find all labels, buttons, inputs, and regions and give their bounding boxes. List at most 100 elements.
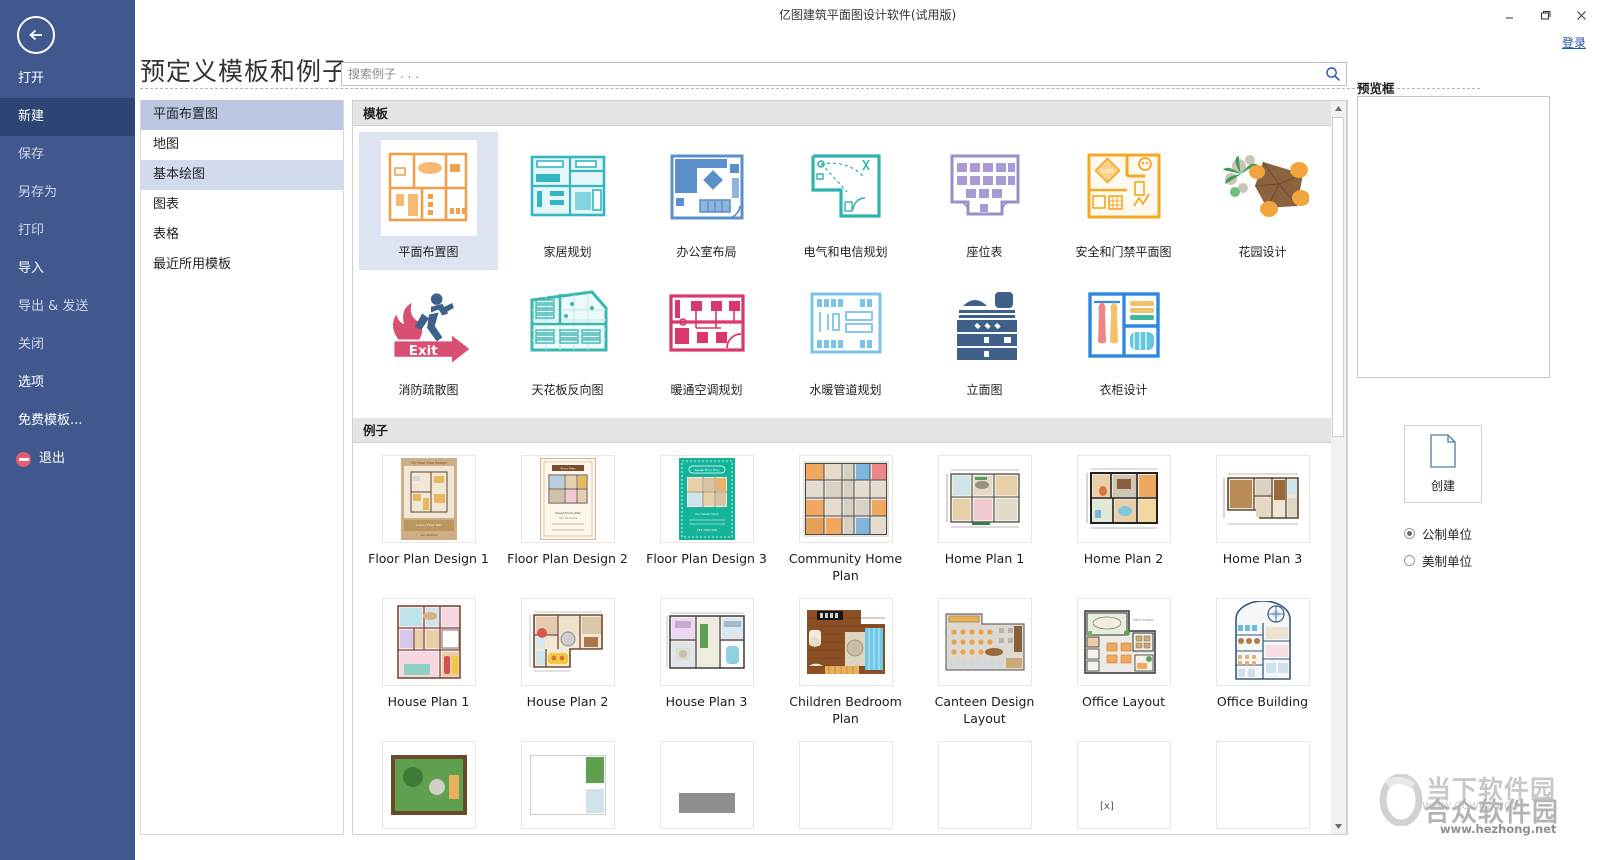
example-card[interactable]: Home Plan 3: [1193, 449, 1332, 592]
template-card[interactable]: 立面图: [915, 270, 1054, 408]
plan-empty-partial-thumb: [799, 741, 893, 829]
example-card[interactable]: Canteen Design Layout: [915, 592, 1054, 735]
search-input[interactable]: [348, 63, 1308, 85]
scroll-up-icon[interactable]: [1331, 101, 1345, 116]
sidebar-item-export-send[interactable]: 导出 & 发送: [0, 288, 135, 326]
sidebar-item-open[interactable]: 打开: [0, 60, 135, 98]
floorplan-orange-icon: [381, 140, 477, 236]
example-label: Children Bedroom Plan: [780, 693, 912, 727]
example-label: Community Home Plan: [780, 550, 912, 584]
left-sidebar: 打开 新建 保存 另存为 打印 导入 导出 & 发送 关闭 选项 免费模板...…: [0, 0, 135, 860]
plan-empty2-partial-thumb: [938, 741, 1032, 829]
sidebar-item-import[interactable]: 导入: [0, 250, 135, 288]
category-item-recent[interactable]: 最近所用模板: [141, 250, 343, 280]
unit-radio-metric[interactable]: 公制单位: [1404, 524, 1472, 543]
sidebar-item-close[interactable]: 关闭: [0, 326, 135, 364]
svg-text:TEL: 000-000: TEL: 000-000: [696, 528, 717, 532]
sidebar-item-options[interactable]: 选项: [0, 364, 135, 402]
template-card[interactable]: 电气和电信规划: [776, 132, 915, 270]
sidebar-item-save[interactable]: 保存: [0, 136, 135, 174]
example-card[interactable]: Home Plan 1: [915, 449, 1054, 592]
poster-teal-thumb: Sweet Floor Plan Our Sweet Home: [660, 455, 754, 543]
template-card[interactable]: 办公室布局: [637, 132, 776, 270]
sidebar-item-free-templates[interactable]: 免费模板...: [0, 402, 135, 440]
sidebar-item-exit[interactable]: 退出: [0, 440, 135, 478]
example-card[interactable]: My Floor Plan Design Luxury Floor Plan: [359, 449, 498, 592]
plan-home3-thumb: [1216, 455, 1310, 543]
example-card[interactable]: House Plan 1: [359, 592, 498, 735]
example-card[interactable]: Community Home Plan: [776, 449, 915, 592]
example-card[interactable]: [776, 735, 915, 835]
template-card[interactable]: 暖通空调规划: [637, 270, 776, 408]
radio-metric-icon: [1404, 528, 1415, 539]
plan-blank-partial-thumb: [521, 741, 615, 829]
plan-officelayout-thumb: Office Layout: [1077, 598, 1171, 686]
template-card[interactable]: 平面布置图: [359, 132, 498, 270]
example-card[interactable]: Office Layout Office Layout: [1054, 592, 1193, 735]
example-card[interactable]: [x]: [1054, 735, 1193, 835]
example-card[interactable]: Office Building: [1193, 592, 1332, 735]
category-item-chart[interactable]: 图表: [141, 190, 343, 220]
svg-text:Office Layout: Office Layout: [1132, 618, 1154, 622]
minimize-button[interactable]: [1498, 4, 1520, 26]
preview-box: [1357, 96, 1550, 378]
category-item-floorplan[interactable]: 平面布置图: [141, 100, 343, 130]
template-card[interactable]: 座位表: [915, 132, 1054, 270]
category-item-map[interactable]: 地图: [141, 130, 343, 160]
template-card[interactable]: 家居规划: [498, 132, 637, 270]
plan-garden-partial-thumb: [382, 741, 476, 829]
svg-text:Sweet Floor Plan: Sweet Floor Plan: [694, 468, 719, 472]
restore-button[interactable]: [1534, 4, 1556, 26]
template-card[interactable]: 花园设计: [1193, 132, 1332, 270]
svg-text:Exit: Exit: [408, 344, 437, 359]
content-scrollbar[interactable]: [1331, 100, 1347, 835]
sidebar-item-print[interactable]: 打印: [0, 212, 135, 250]
template-card[interactable]: 水暖管道规划: [776, 270, 915, 408]
category-item-basic-draw[interactable]: 基本绘图: [141, 160, 343, 190]
example-card[interactable]: [359, 735, 498, 835]
close-button[interactable]: [1570, 4, 1592, 26]
example-label: House Plan 3: [641, 693, 773, 710]
scrollbar-thumb[interactable]: [1332, 117, 1344, 437]
example-card[interactable]: Sweet Floor Plan Our Sweet Home: [637, 449, 776, 592]
svg-text:[x]: [x]: [1100, 801, 1114, 812]
back-arrow-icon[interactable]: [17, 16, 55, 54]
title-divider: [140, 88, 1480, 89]
plan-home1-thumb: [938, 455, 1032, 543]
category-item-table[interactable]: 表格: [141, 220, 343, 250]
svg-text:wondershare: wondershare: [420, 533, 437, 537]
electric-teal-icon: [798, 140, 894, 236]
example-card[interactable]: Children Bedroom Plan: [776, 592, 915, 735]
template-label: 立面图: [920, 382, 1050, 398]
garden-brown-icon: [1215, 140, 1311, 236]
sidebar-item-new[interactable]: 新建: [0, 98, 135, 136]
create-button[interactable]: 创建: [1404, 425, 1482, 503]
unit-radio-imperial[interactable]: 美制单位: [1404, 551, 1472, 570]
content-pane: 模板: [352, 100, 1348, 835]
template-card[interactable]: GAS 安全和门禁平面图: [1054, 132, 1193, 270]
seating-purple-icon: [937, 140, 1033, 236]
plan-home2-thumb: [1077, 455, 1171, 543]
example-card[interactable]: House Plan 3: [637, 592, 776, 735]
example-card[interactable]: [1193, 735, 1332, 835]
example-card[interactable]: [637, 735, 776, 835]
example-label: Floor Plan Design 3: [641, 550, 773, 567]
example-card[interactable]: Floor Plan Sweet Home Pl: [498, 449, 637, 592]
template-card[interactable]: 衣柜设计: [1054, 270, 1193, 408]
example-label: Office Layout: [1058, 693, 1190, 710]
search-box[interactable]: [341, 62, 1347, 86]
example-card[interactable]: House Plan 2: [498, 592, 637, 735]
example-card[interactable]: Home Plan 2: [1054, 449, 1193, 592]
plan-canteen-thumb: [938, 598, 1032, 686]
examples-section-header: 例子: [353, 418, 1347, 443]
template-card[interactable]: Exit 消防疏散图: [359, 270, 498, 408]
template-label: 平面布置图: [364, 244, 494, 260]
example-card[interactable]: [915, 735, 1054, 835]
sidebar-item-save-as[interactable]: 另存为: [0, 174, 135, 212]
search-icon[interactable]: [1325, 66, 1341, 86]
wardrobe-blue-icon: [1076, 278, 1172, 374]
template-card[interactable]: 天花板反向图: [498, 270, 637, 408]
login-link[interactable]: 登录: [1562, 34, 1586, 51]
scroll-down-icon[interactable]: [1331, 819, 1345, 834]
example-card[interactable]: [498, 735, 637, 835]
